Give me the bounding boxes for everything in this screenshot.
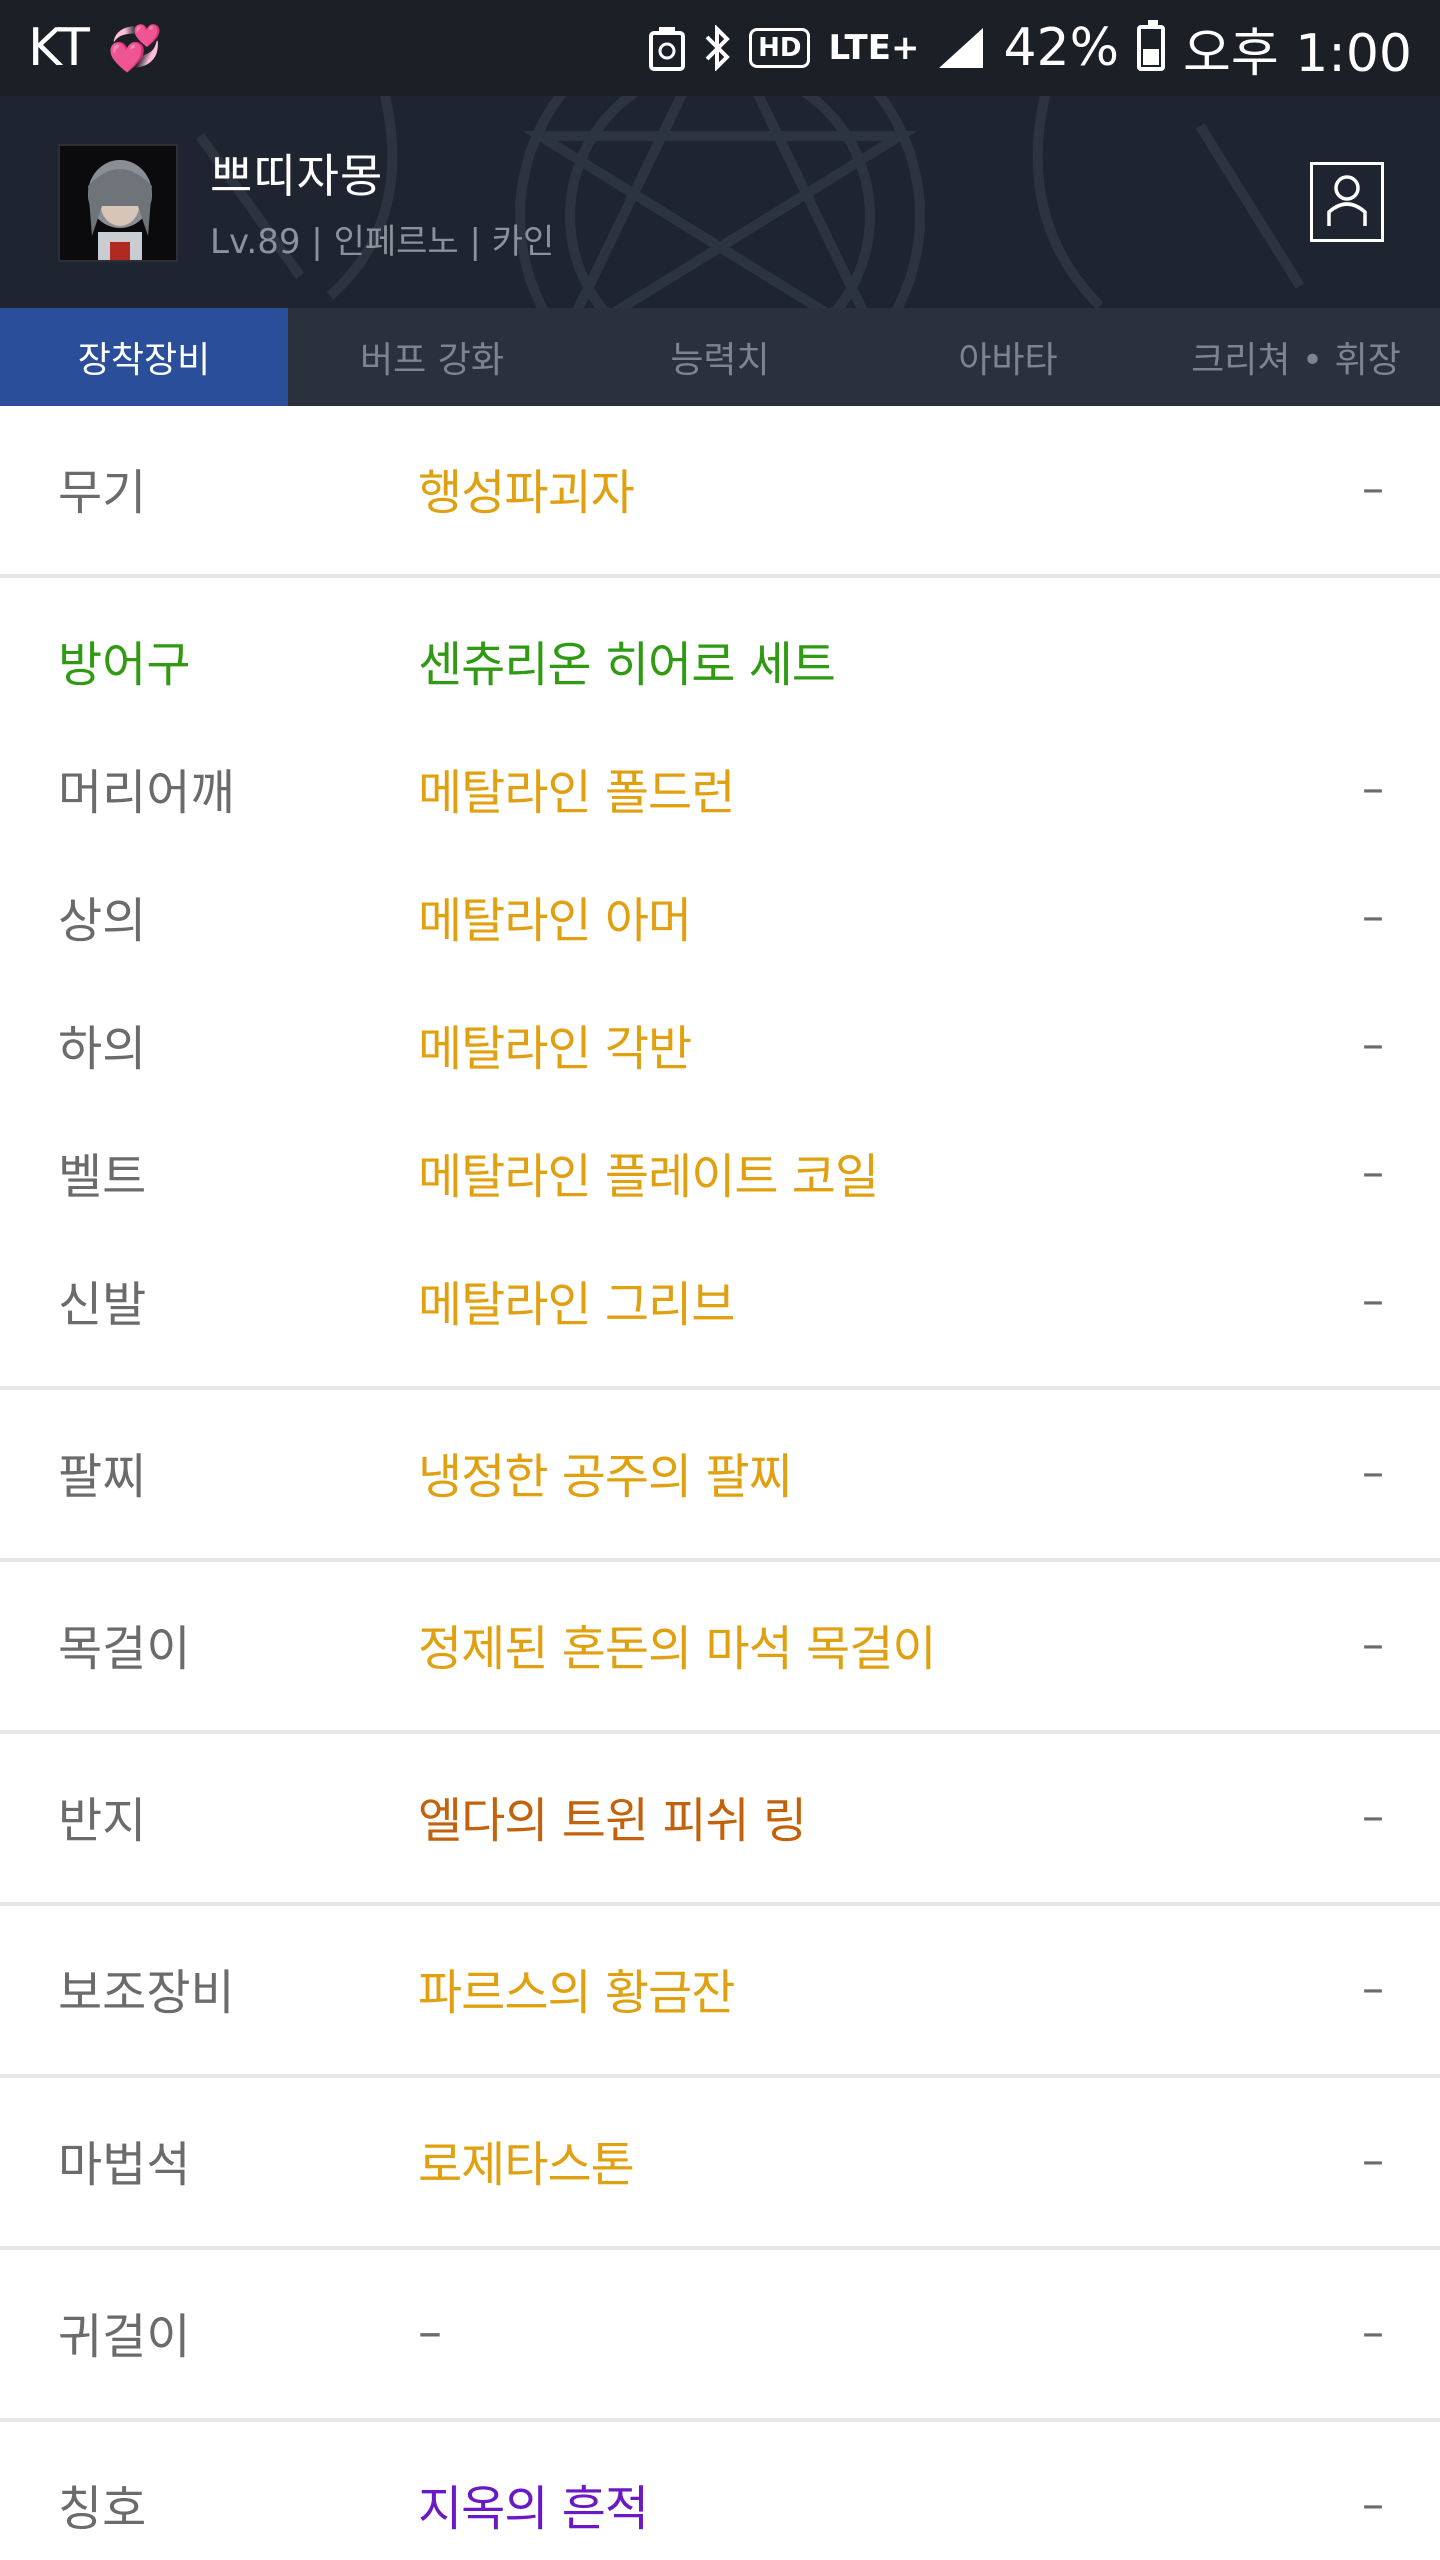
person-icon bbox=[1325, 172, 1369, 232]
item-name: 지옥의 흔적 bbox=[418, 2481, 649, 2537]
hd-voice-icon: HD bbox=[749, 28, 811, 68]
item-extra: – bbox=[1362, 2134, 1384, 2186]
item-extra: – bbox=[1362, 462, 1384, 514]
character-avatar bbox=[58, 144, 178, 262]
item-name: 메탈라인 플레이트 코일 bbox=[418, 1149, 879, 1205]
item-name: 메탈라인 폴드런 bbox=[418, 765, 735, 821]
equipment-row-belt[interactable]: 벨트 메탈라인 플레이트 코일 – bbox=[0, 1122, 1440, 1222]
equipment-row-shoulder[interactable]: 머리어깨 메탈라인 폴드런 – bbox=[0, 738, 1440, 838]
divider bbox=[0, 1558, 1440, 1562]
character-info: Lv.89 | 인페르노 | 카인 bbox=[210, 222, 555, 262]
slot-label: 마법석 bbox=[58, 2137, 191, 2193]
item-name: 엘다의 트윈 피쉬 링 bbox=[418, 1793, 807, 1849]
recycle-notification-icon bbox=[649, 25, 686, 71]
item-extra: – bbox=[1362, 762, 1384, 814]
equipment-row-ring[interactable]: 반지 엘다의 트윈 피쉬 링 – bbox=[0, 1766, 1440, 1866]
item-extra: – bbox=[1362, 1962, 1384, 2014]
item-name: 행성파괴자 bbox=[418, 465, 635, 521]
equipment-row-weapon[interactable]: 무기 행성파괴자 – bbox=[0, 438, 1440, 538]
divider bbox=[0, 574, 1440, 578]
slot-label: 머리어깨 bbox=[58, 765, 235, 821]
tab-equipment[interactable]: 장착장비 bbox=[0, 308, 288, 406]
status-right: HD LTE+ 42% 오후 1:00 bbox=[649, 11, 1412, 86]
item-name: 냉정한 공주의 팔찌 bbox=[418, 1449, 793, 1505]
divider bbox=[0, 1902, 1440, 1906]
tab-stats[interactable]: 능력치 bbox=[576, 308, 864, 406]
heart-emoji-icon: 💞 bbox=[107, 23, 163, 74]
slot-label: 상의 bbox=[58, 893, 147, 949]
slot-label: 반지 bbox=[58, 1793, 147, 1849]
divider bbox=[0, 2418, 1440, 2422]
signal-icon bbox=[937, 26, 985, 70]
battery-icon bbox=[1137, 20, 1166, 71]
equipment-row-necklace[interactable]: 목걸이 정제된 혼돈의 마석 목걸이 – bbox=[0, 1594, 1440, 1694]
item-extra: – bbox=[1362, 1790, 1384, 1842]
item-name: 정제된 혼돈의 마석 목걸이 bbox=[418, 1621, 937, 1677]
clock: 오후 1:00 bbox=[1183, 23, 1412, 84]
item-name: 센츄리온 히어로 세트 bbox=[418, 637, 836, 693]
divider bbox=[0, 1730, 1440, 1734]
lte-icon: LTE+ bbox=[828, 28, 920, 68]
item-extra: – bbox=[1362, 1274, 1384, 1326]
slot-label: 방어구 bbox=[58, 637, 191, 693]
item-extra: – bbox=[1362, 2478, 1384, 2530]
equipment-row-sub-equipment[interactable]: 보조장비 파르스의 황금잔 – bbox=[0, 1938, 1440, 2038]
item-extra: – bbox=[1362, 1446, 1384, 1498]
slot-label: 팔찌 bbox=[58, 1449, 147, 1505]
status-bar: KT 💞 HD LTE+ 42% 오후 1:00 bbox=[0, 0, 1440, 96]
slot-label: 귀걸이 bbox=[58, 2309, 191, 2365]
slot-label: 벨트 bbox=[58, 1149, 147, 1205]
item-extra: – bbox=[1362, 890, 1384, 942]
item-name: 로제타스톤 bbox=[418, 2137, 635, 2193]
status-left: KT 💞 bbox=[28, 18, 163, 78]
item-name: 메탈라인 각반 bbox=[418, 1021, 692, 1077]
tab-creature-emblem[interactable]: 크리쳐 • 휘장 bbox=[1152, 308, 1440, 406]
equipment-row-bracelet[interactable]: 팔찌 냉정한 공주의 팔찌 – bbox=[0, 1422, 1440, 1522]
item-name: – bbox=[418, 2304, 442, 2360]
item-extra: – bbox=[1362, 1146, 1384, 1198]
profile-button[interactable] bbox=[1310, 162, 1384, 242]
divider bbox=[0, 1386, 1440, 1390]
equipment-row-magic-stone[interactable]: 마법석 로제타스톤 – bbox=[0, 2110, 1440, 2210]
battery-percent: 42% bbox=[1003, 18, 1120, 78]
equipment-row-armor-set[interactable]: 방어구 센츄리온 히어로 세트 bbox=[0, 610, 1440, 710]
divider bbox=[0, 2074, 1440, 2078]
divider bbox=[0, 2246, 1440, 2250]
tab-buff-enhance[interactable]: 버프 강화 bbox=[288, 308, 576, 406]
equipment-row-shoes[interactable]: 신발 메탈라인 그리브 – bbox=[0, 1250, 1440, 1350]
carrier-label: KT bbox=[28, 18, 90, 78]
slot-label: 하의 bbox=[58, 1021, 147, 1077]
bluetooth-icon bbox=[703, 25, 731, 71]
equipment-row-bottom[interactable]: 하의 메탈라인 각반 – bbox=[0, 994, 1440, 1094]
tab-avatar[interactable]: 아바타 bbox=[864, 308, 1152, 406]
slot-label: 보조장비 bbox=[58, 1965, 235, 2021]
item-extra: – bbox=[1362, 2306, 1384, 2358]
equipment-row-earring[interactable]: 귀걸이 – – bbox=[0, 2282, 1440, 2382]
item-name: 메탈라인 그리브 bbox=[418, 1277, 735, 1333]
slot-label: 목걸이 bbox=[58, 1621, 191, 1677]
equipment-row-title[interactable]: 칭호 지옥의 흔적 – bbox=[0, 2454, 1440, 2554]
slot-label: 칭호 bbox=[58, 2481, 147, 2537]
item-name: 파르스의 황금잔 bbox=[418, 1965, 735, 2021]
item-extra: – bbox=[1362, 1618, 1384, 1670]
slot-label: 신발 bbox=[58, 1277, 147, 1333]
item-name: 메탈라인 아머 bbox=[418, 893, 692, 949]
slot-label: 무기 bbox=[58, 465, 147, 521]
tab-bar: 장착장비 버프 강화 능력치 아바타 크리쳐 • 휘장 bbox=[0, 308, 1440, 406]
equipment-row-top[interactable]: 상의 메탈라인 아머 – bbox=[0, 866, 1440, 966]
character-name: 쁘띠자몽 bbox=[210, 149, 384, 203]
character-header: 쁘띠자몽 Lv.89 | 인페르노 | 카인 bbox=[0, 96, 1440, 308]
item-extra: – bbox=[1362, 1018, 1384, 1070]
